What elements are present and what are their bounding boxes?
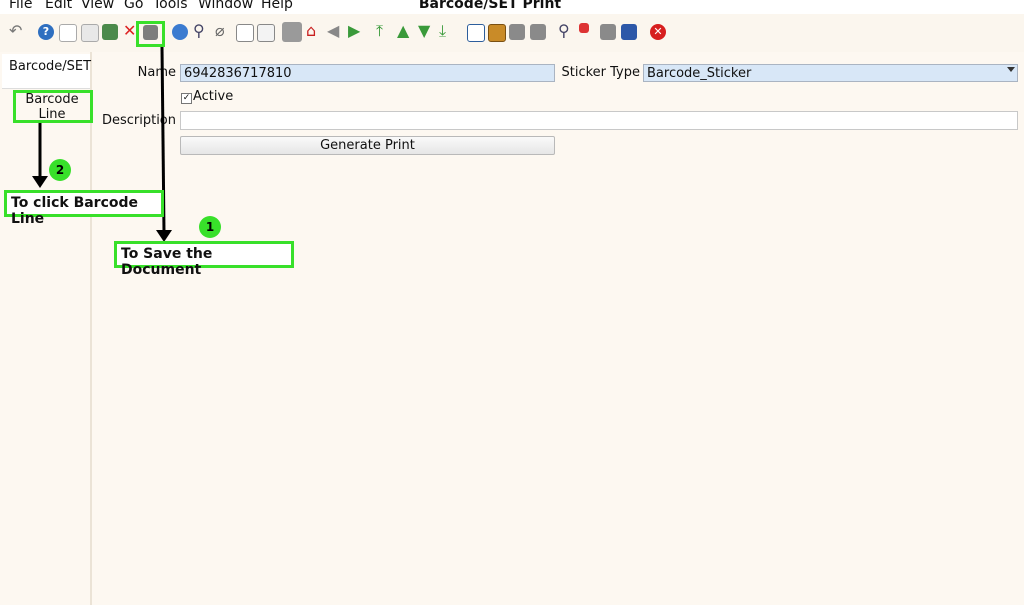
arrow-barcode-head bbox=[32, 176, 48, 188]
step2-callout: To click Barcode Line bbox=[4, 190, 164, 227]
step1-badge: 1 bbox=[199, 216, 221, 238]
annotation-arrows bbox=[32, 46, 172, 242]
step2-badge: 2 bbox=[49, 159, 71, 181]
step1-callout: To Save the Document bbox=[114, 241, 294, 278]
